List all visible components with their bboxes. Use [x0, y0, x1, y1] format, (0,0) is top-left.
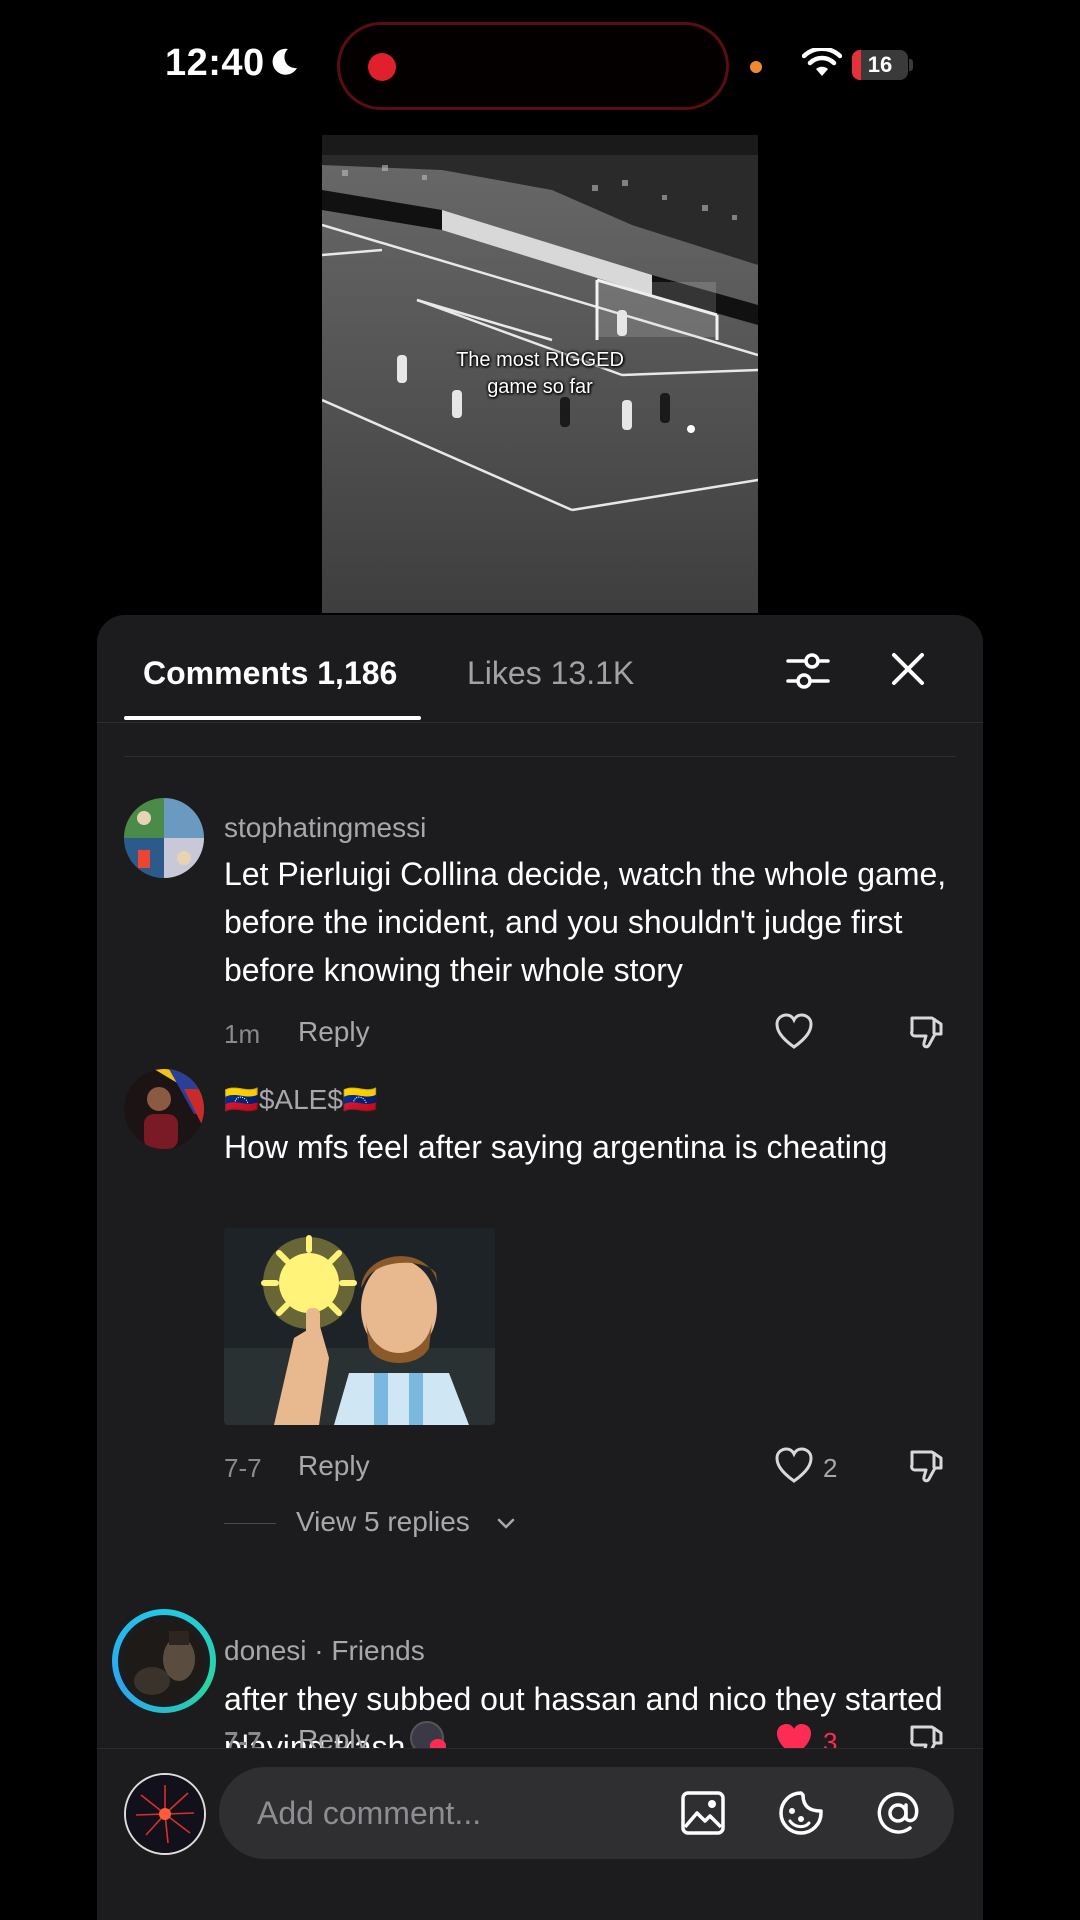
close-icon[interactable]: [888, 649, 928, 689]
like-count: 3: [823, 1727, 838, 1748]
chevron-down-icon: [497, 1518, 515, 1529]
creator-liked-avatar: [410, 1721, 446, 1748]
comment-username[interactable]: stophatingmessi: [224, 812, 426, 844]
comment-username[interactable]: donesi · Friends: [224, 1635, 425, 1667]
liked-heart-icon[interactable]: [774, 1721, 814, 1748]
battery-level: 16: [867, 52, 893, 77]
video-player[interactable]: The most RIGGED game so far: [322, 135, 758, 613]
battery-icon: 16: [852, 50, 908, 80]
comment-text: Let Pierluigi Collina decide, watch the …: [224, 856, 947, 988]
list-divider: [124, 756, 956, 757]
video-caption-line-2: game so far: [487, 376, 593, 398]
dislike-icon[interactable]: [907, 1446, 947, 1486]
sheet-tabs: Comments 1,186 Likes 13.1K: [97, 615, 983, 723]
wifi-icon: [802, 48, 842, 76]
heart-badge-icon: [430, 1739, 446, 1748]
comment-time: 7-7: [224, 1453, 262, 1483]
avatar[interactable]: [124, 1069, 204, 1149]
filter-icon[interactable]: [785, 648, 831, 694]
comment-time: 7-7: [224, 1727, 262, 1748]
view-replies-label: View 5 replies: [296, 1506, 470, 1537]
reply-button[interactable]: Reply: [298, 1016, 370, 1048]
image-icon[interactable]: [679, 1789, 727, 1837]
reply-button[interactable]: Reply: [298, 1450, 370, 1482]
dislike-icon[interactable]: [907, 1721, 947, 1748]
comment-time: 1m: [224, 1019, 261, 1049]
comment-text: How mfs feel after saying argentina is c…: [224, 1129, 888, 1165]
comments-sheet: Comments 1,186 Likes 13.1K stophatingmes…: [97, 615, 983, 1920]
like-heart-icon[interactable]: [774, 1012, 814, 1052]
status-time: 12:40: [165, 42, 265, 84]
tab-comments[interactable]: Comments 1,186: [143, 655, 397, 692]
reply-button[interactable]: Reply: [298, 1724, 370, 1748]
comment-username[interactable]: 🇻🇪$ALE$🇻🇪: [224, 1083, 378, 1116]
dislike-icon[interactable]: [907, 1012, 947, 1052]
view-replies-button[interactable]: View 5 replies: [296, 1506, 536, 1542]
status-bar: 12:40 16: [0, 0, 1080, 130]
battery-cap: [909, 59, 913, 71]
comment-input[interactable]: [257, 1767, 657, 1859]
dynamic-island[interactable]: [337, 22, 729, 110]
tab-likes[interactable]: Likes 13.1K: [467, 655, 634, 692]
comment-image[interactable]: [224, 1228, 495, 1425]
sticker-icon[interactable]: [777, 1789, 825, 1837]
my-avatar[interactable]: [124, 1773, 206, 1855]
active-tab-indicator: [124, 716, 421, 720]
avatar: [124, 1621, 204, 1701]
comment-meta-row: 7-7 Reply 3: [97, 1715, 983, 1748]
like-count: 2: [823, 1453, 838, 1483]
moon-icon: [272, 48, 297, 75]
mention-icon[interactable]: [874, 1789, 922, 1837]
privacy-indicator-dot: [750, 61, 762, 73]
view-replies-divider: [224, 1523, 276, 1524]
video-caption-line-1: The most RIGGED: [456, 349, 624, 371]
video-caption: The most RIGGED game so far: [322, 347, 758, 401]
friend-story-ring[interactable]: [112, 1609, 216, 1713]
record-indicator: [368, 53, 396, 81]
avatar[interactable]: [124, 798, 204, 878]
comment-input-pill: [219, 1767, 954, 1859]
like-heart-icon[interactable]: [774, 1446, 814, 1486]
comment-input-bar: [97, 1748, 983, 1920]
